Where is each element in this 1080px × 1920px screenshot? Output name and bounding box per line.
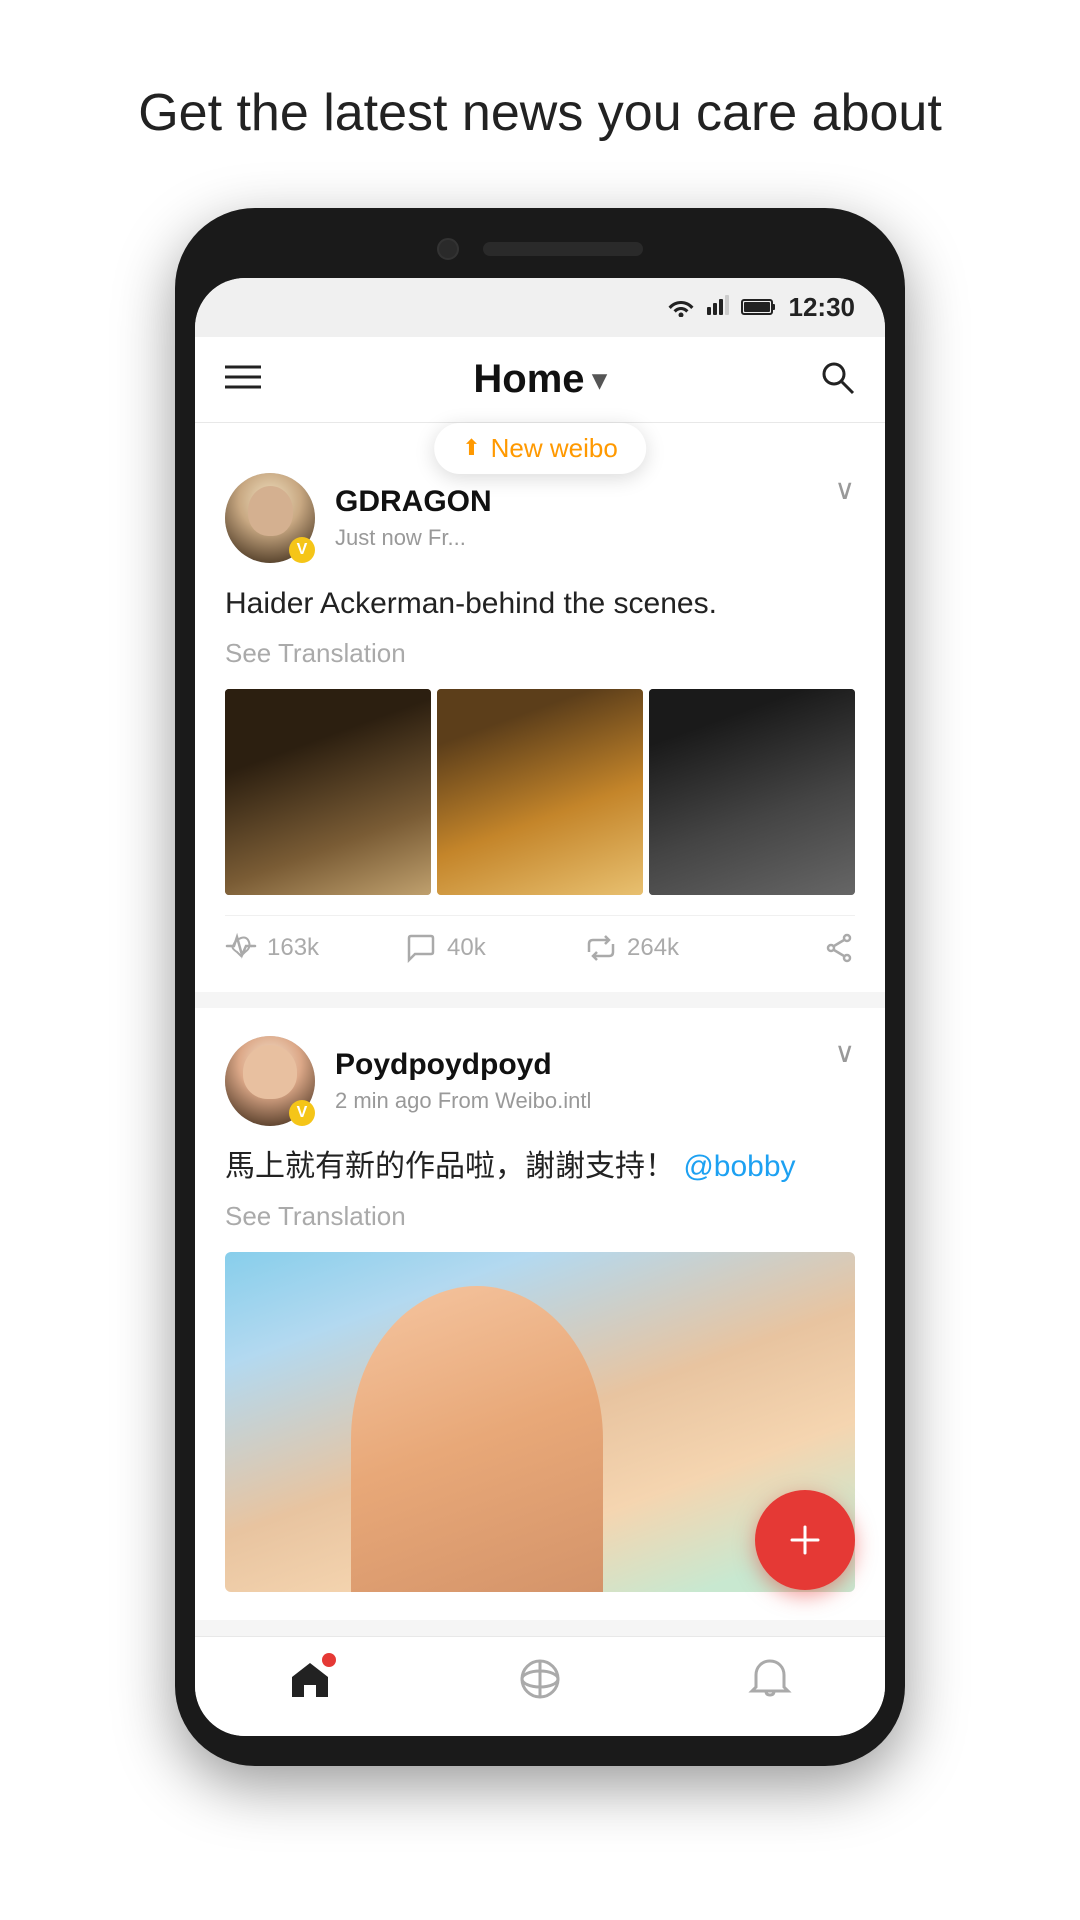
battery-icon bbox=[741, 297, 777, 317]
phone-shell: 12:30 Home ▾ bbox=[175, 208, 905, 1766]
post-card-2: V Poydpoydpoyd 2 min ago From Weibo.intl… bbox=[195, 1008, 885, 1620]
feed-area: ⬆ New weibo V GDR bbox=[195, 423, 885, 1620]
new-weibo-arrow-icon: ⬆ bbox=[462, 435, 480, 461]
home-icon-wrap bbox=[288, 1657, 332, 1706]
avatar-poyd[interactable]: V bbox=[225, 1036, 315, 1126]
post-meta-1: Just now Fr... bbox=[335, 525, 492, 551]
repost-count-1: 264k bbox=[627, 934, 679, 962]
header-title-text: Home bbox=[473, 357, 584, 402]
post-user-info-1: GDRAGON Just now Fr... bbox=[335, 485, 492, 551]
like-count-1: 163k bbox=[267, 934, 319, 962]
post-username-1[interactable]: GDRAGON bbox=[335, 485, 492, 519]
share-action-1[interactable] bbox=[765, 932, 855, 964]
nav-discover[interactable] bbox=[518, 1657, 562, 1706]
nav-home-dot bbox=[322, 1653, 336, 1667]
status-bar: 12:30 bbox=[195, 278, 885, 337]
phone-top-bar bbox=[195, 238, 885, 260]
status-icons: 12:30 bbox=[667, 292, 856, 323]
post-mention-2[interactable]: @bobby bbox=[683, 1150, 795, 1183]
post-image-1-2[interactable] bbox=[437, 689, 643, 895]
discover-icon bbox=[518, 1657, 562, 1701]
post-expand-icon-1[interactable]: ∨ bbox=[835, 473, 856, 506]
comment-count-1: 40k bbox=[447, 934, 486, 962]
signal-icon bbox=[707, 295, 729, 320]
repost-action-1[interactable]: 264k bbox=[585, 932, 765, 964]
phone-camera bbox=[437, 238, 459, 260]
post-meta-2: 2 min ago From Weibo.intl bbox=[335, 1088, 591, 1114]
phone-screen: 12:30 Home ▾ bbox=[195, 278, 885, 1736]
header-title[interactable]: Home ▾ bbox=[473, 357, 606, 402]
post-username-2[interactable]: Poydpoydpoyd bbox=[335, 1048, 591, 1082]
new-weibo-badge[interactable]: ⬆ New weibo bbox=[434, 423, 646, 474]
post-image-grid-1 bbox=[225, 689, 855, 895]
bottom-nav bbox=[195, 1636, 885, 1736]
new-weibo-badge-label: New weibo bbox=[491, 433, 618, 464]
hamburger-icon[interactable] bbox=[225, 363, 261, 396]
avatar-gdragon[interactable]: V bbox=[225, 473, 315, 563]
photo-sim-1 bbox=[225, 689, 431, 895]
comment-action-1[interactable]: 40k bbox=[405, 932, 585, 964]
status-time: 12:30 bbox=[789, 292, 856, 323]
verified-badge-2: V bbox=[289, 1100, 315, 1126]
nav-notifications[interactable] bbox=[748, 1657, 792, 1706]
compose-fab[interactable] bbox=[755, 1490, 855, 1590]
photo-sim-2 bbox=[437, 689, 643, 895]
see-translation-2[interactable]: See Translation bbox=[225, 1201, 855, 1232]
post-content-1: Haider Ackerman-behind the scenes. bbox=[225, 581, 855, 626]
page-headline: Get the latest news you care about bbox=[78, 0, 1002, 208]
post-header-2: V Poydpoydpoyd 2 min ago From Weibo.intl… bbox=[225, 1036, 855, 1126]
post-image-1-1[interactable] bbox=[225, 689, 431, 895]
post-image-1-3[interactable] bbox=[649, 689, 855, 895]
post-text-2: 馬上就有新的作品啦，謝謝支持！ bbox=[225, 1150, 675, 1183]
post-header-1: V GDRAGON Just now Fr... ∨ bbox=[225, 473, 855, 563]
search-icon[interactable] bbox=[819, 359, 855, 400]
wifi-icon bbox=[667, 297, 695, 317]
phone-speaker bbox=[483, 242, 643, 256]
dropdown-arrow-icon: ▾ bbox=[593, 363, 607, 396]
like-action-1[interactable]: 163k bbox=[225, 932, 405, 964]
post-card-1: V GDRAGON Just now Fr... ∨ Haider Ackerm… bbox=[195, 423, 885, 992]
post-content-2: 馬上就有新的作品啦，謝謝支持！ @bobby bbox=[225, 1144, 855, 1189]
see-translation-1[interactable]: See Translation bbox=[225, 638, 855, 669]
post-expand-icon-2[interactable]: ∨ bbox=[835, 1036, 856, 1069]
post-header-left-1: V GDRAGON Just now Fr... bbox=[225, 473, 492, 563]
post-user-info-2: Poydpoydpoyd 2 min ago From Weibo.intl bbox=[335, 1048, 591, 1114]
post-actions-1: 163k 40k bbox=[225, 915, 855, 964]
discover-icon-wrap bbox=[518, 1657, 562, 1706]
app-header: Home ▾ bbox=[195, 337, 885, 423]
verified-badge-1: V bbox=[289, 537, 315, 563]
notifications-icon bbox=[748, 1657, 792, 1701]
nav-home[interactable] bbox=[288, 1657, 332, 1706]
photo-sim-3 bbox=[649, 689, 855, 895]
first-post-wrapper: ⬆ New weibo V GDR bbox=[195, 423, 885, 992]
notifications-icon-wrap bbox=[748, 1657, 792, 1706]
post-header-left-2: V Poydpoydpoyd 2 min ago From Weibo.intl bbox=[225, 1036, 591, 1126]
